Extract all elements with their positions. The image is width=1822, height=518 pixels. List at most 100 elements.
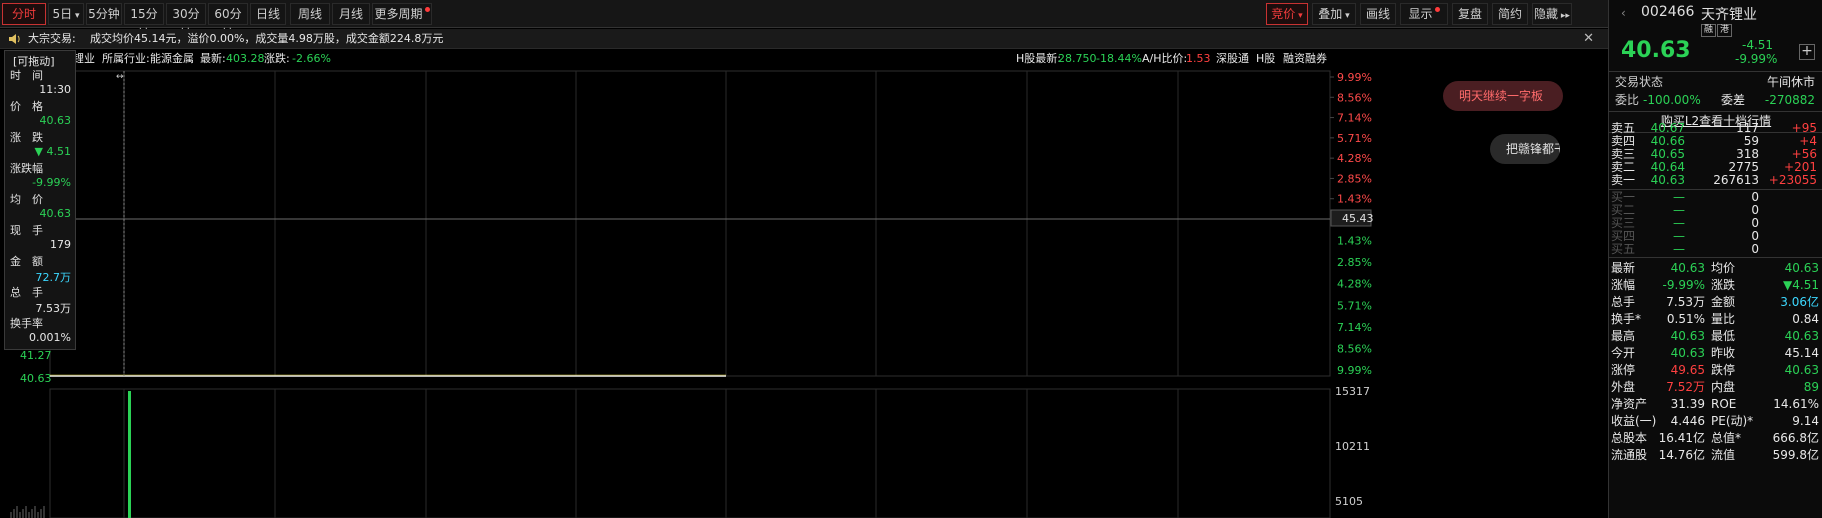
chart-tool-label: 画线 [1365,7,1390,21]
webi-row: 委比 -100.00% 委差 -270882 [1615,93,1815,107]
stat-label: 跌停 [1711,363,1736,377]
period-tab-9[interactable]: 更多周期 [372,3,432,25]
period-tab-1[interactable]: 5日 ▾ [48,3,84,25]
bid-volume: 0 [1751,242,1759,256]
bid-row: 买三 —0 [1609,217,1822,230]
chart-tool-2[interactable]: 画线 [1360,3,1396,25]
chart-tool-4[interactable]: 复盘 [1452,3,1488,25]
stat-value: 40.63 [1784,329,1819,343]
volume-bar [22,509,24,518]
period-tab-label: 周线 [297,7,322,21]
intraday-chart[interactable]: 9.99%8.56%7.14%5.71%4.28%2.85%1.43%0.00%… [0,69,1560,518]
industry-link[interactable]: 能源金属 [150,49,194,69]
current-price: 40.63 [1621,38,1691,63]
ah-ratio-label: A/H比价: [1142,52,1188,65]
stat-row: 换手* 0.51% 量比 0.84 [1609,311,1822,328]
close-icon[interactable]: ✕ [1583,29,1594,48]
float-row-value: 7.53万 [35,302,72,315]
float-row-label: 价 格 [10,100,43,113]
stat-label: 净资产 [1611,397,1648,411]
bid-row: 买二 —0 [1609,204,1822,217]
stock-info-row: 齐锂业 所属行业: 能源金属 最新: 403.28 涨跌: -2.66% H股最… [0,49,1608,69]
chart-tool-label: 叠加 [1318,7,1343,21]
link-shengutong[interactable]: 深股通 [1216,49,1249,69]
left-price-tick: 40.63 [20,372,52,385]
period-tab-0[interactable]: 分时 [2,3,46,25]
stat-label: 换手* [1611,312,1642,326]
period-tab-6[interactable]: 日线 [250,3,286,25]
chevron-down-icon: ▾ [1342,11,1350,21]
index-change-value: -2.66% [292,52,331,65]
chart-tool-5[interactable]: 简约 [1492,3,1528,25]
link-margin-trading[interactable]: 融资融券 [1283,49,1327,69]
lower-percent-tick: 7.14% [1337,321,1372,334]
stat-value: 49.65 [1670,363,1705,377]
period-tab-label: 日线 [255,7,280,21]
period-tab-2[interactable]: 5分钟 [86,3,122,25]
stat-value: 4.446 [1670,414,1705,428]
comment-bubble-1[interactable]: 明天继续一字板 [1443,81,1563,111]
margin-tag: 融 [1701,24,1717,37]
volume-bar [37,512,39,518]
float-row-label: 涨跌幅 [10,162,43,175]
stat-row: 最新 40.63 均价 40.63 [1609,260,1822,277]
float-row: 均 价 40.63 [5,191,75,223]
bid-price: — [1673,242,1685,256]
stat-label: 总值* [1711,431,1742,445]
period-tab-8[interactable]: 月线 [332,3,370,25]
chart-tool-3[interactable]: 显示 [1400,3,1448,25]
stat-label: 流值 [1711,448,1736,462]
chart-tool-1[interactable]: 叠加 ▾ [1312,3,1356,25]
float-row: 时 间 11:30 [5,67,75,99]
chart-tool-6[interactable]: 隐藏 ▸▸ [1532,3,1572,25]
float-row-value: ▼ 4.51 [34,145,71,158]
chart-tool-0[interactable]: 竞价 ▾ [1266,3,1308,25]
period-tab-7[interactable]: 周线 [290,3,330,25]
volume-bar [31,509,33,518]
link-h-share[interactable]: H股 [1256,49,1275,69]
bid-row: 买四 —0 [1609,230,1822,243]
float-row-label: 金 额 [10,255,43,268]
stock-code: 002466 [1641,4,1695,20]
period-tab-4[interactable]: 30分钟 [166,3,206,41]
ask-price: 40.63 [1650,173,1685,187]
stat-row: 涨幅 -9.99% 涨跌 ▼4.51 [1609,277,1822,294]
volume-tick: 15317 [1335,385,1370,398]
price-pane-frame [49,70,1331,377]
lower-percent-tick: 1.43% [1337,235,1372,248]
stat-value: 666.8亿 [1772,431,1819,445]
stat-row: 最高 40.63 最低 40.63 [1609,328,1822,345]
ask-row: 卖四 40.66 59 +4 [1609,135,1822,148]
stat-label: 流通股 [1611,448,1648,462]
industry-label: 所属行业: [102,52,150,65]
index-latest-label: 最新: [200,52,226,65]
speaker-icon [9,34,20,44]
period-tab-label: 月线 [338,7,363,21]
stat-label: 今开 [1611,346,1636,360]
draggable-info-panel[interactable]: [可拖动] 时 间 11:30 价 格 40.63 涨 跌 ▼ 4.51 涨跌幅 -9.99%… [4,50,76,350]
banner-text: 成交均价45.14元，溢价0.00%，成交量4.98万股，成交金额224.8万元 [90,32,444,45]
volume-bar [19,512,21,518]
stat-row: 今开 40.63 昨收 45.14 [1609,345,1822,362]
stat-value: 40.63 [1670,329,1705,343]
float-row-value: 179 [50,238,71,251]
stat-label: 总手 [1611,295,1636,309]
float-row-label: 均 价 [10,193,43,206]
comment-bubble-2[interactable]: 把赣锋都干 [1490,134,1560,164]
banner-label: 大宗交易: [28,32,76,45]
stat-label: 昨收 [1711,346,1736,360]
period-tab-3[interactable]: 15分钟 [124,3,164,41]
period-toolbar: 分时5日 ▾5分钟15分钟30分钟60分钟日线周线月线更多周期竞价 ▾叠加 ▾画… [0,0,1608,41]
chart-tool-label: 简约 [1497,7,1522,21]
chart-tool-label: 复盘 [1457,7,1482,21]
ask-label: 卖一 [1611,173,1636,187]
stat-row: 净资产 31.39 ROE 14.61% [1609,396,1822,413]
add-watchlist-button[interactable]: + [1799,44,1815,60]
stat-label: 涨停 [1611,363,1636,377]
volume-bar [10,512,12,518]
period-tab-5[interactable]: 60分钟 [208,3,248,41]
back-arrow-icon[interactable]: ‹ [1621,6,1626,20]
upper-percent-tick: 2.85% [1337,172,1372,185]
stat-value: 7.52万 [1666,380,1705,394]
h-share-latest-value: 28.750 [1058,52,1097,65]
